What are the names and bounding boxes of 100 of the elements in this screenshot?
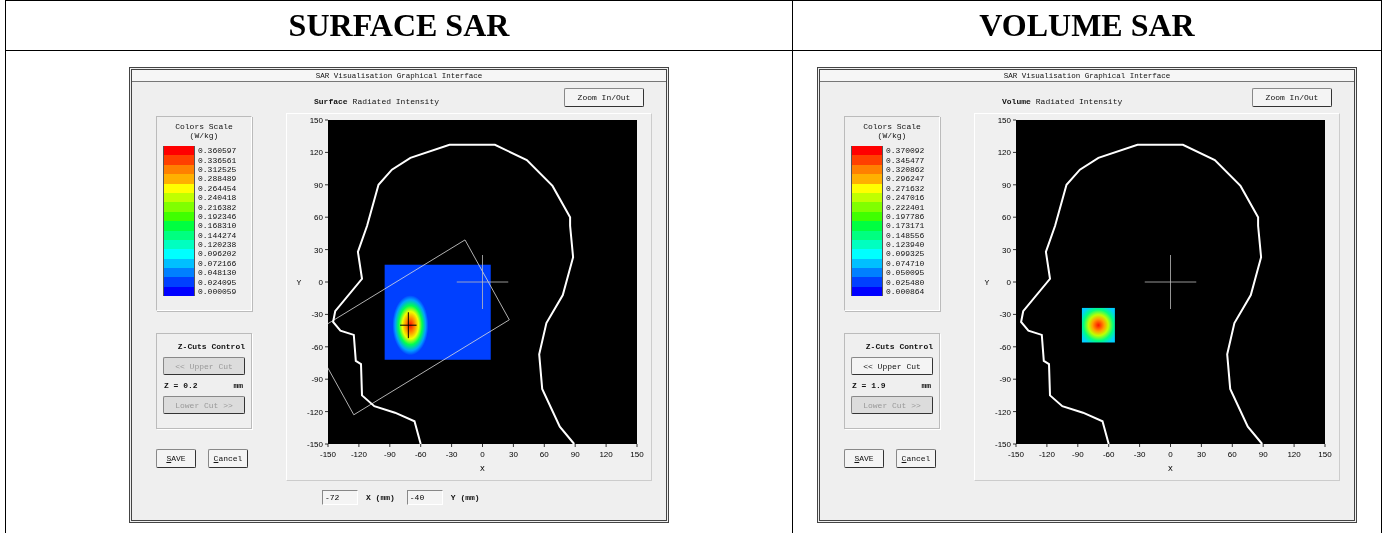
- tick-label: -90: [1072, 450, 1084, 459]
- x-unit-label: X (mm): [366, 493, 395, 502]
- scale-value: 0.247016: [886, 193, 925, 203]
- scale-unit: (W/kg): [189, 131, 219, 140]
- scale-title: Colors Scale: [863, 122, 921, 131]
- subtitle: Radiated Intensity: [1035, 97, 1123, 106]
- z-unit: mm: [233, 381, 243, 390]
- tick-label: -60: [999, 342, 1011, 352]
- tick-label: 60: [1002, 213, 1011, 223]
- scale-value: 0.123940: [886, 240, 925, 250]
- scale-value: 0.120238: [198, 240, 237, 250]
- zoom-button[interactable]: Zoom In/Out: [1252, 88, 1332, 107]
- axis-label: X: [480, 464, 485, 473]
- tick-label: 90: [1002, 180, 1011, 190]
- z-value: Z = 1.9: [852, 381, 886, 390]
- crosshair-marker: [456, 254, 509, 310]
- tick-label: -120: [350, 450, 367, 459]
- scale-value: 0.271632: [886, 183, 925, 193]
- scale-unit: (W/kg): [877, 131, 907, 140]
- tick-label: 120: [997, 148, 1011, 158]
- tick-label: 90: [314, 180, 323, 190]
- scale-value: 0.099325: [886, 249, 925, 259]
- tick-label: 60: [1227, 450, 1237, 459]
- scale-value: 0.240418: [198, 193, 237, 203]
- tick-label: 90: [570, 450, 580, 459]
- tick-label: -30: [445, 450, 458, 459]
- scale-value: 0.050095: [886, 268, 925, 278]
- axis-label: Y: [296, 278, 302, 287]
- zoom-button[interactable]: Zoom In/Out: [564, 88, 644, 107]
- crosshair-marker: [1144, 254, 1197, 310]
- tick-label: -150: [307, 440, 323, 449]
- x-input-field[interactable]: -72: [322, 490, 358, 505]
- scale-value: 0.074710: [886, 258, 925, 268]
- scale-value: 0.296247: [886, 174, 925, 184]
- axis-label: X: [1168, 464, 1173, 473]
- scale-value: 0.148556: [886, 230, 925, 240]
- cancel-button[interactable]: Cancel: [896, 449, 936, 468]
- tick-label: 150: [1318, 450, 1332, 459]
- save-button[interactable]: SAVE: [156, 449, 196, 468]
- tick-label: -120: [307, 407, 323, 417]
- z-cuts-title: Z-Cuts Control: [177, 342, 245, 351]
- tick-label: -120: [995, 407, 1011, 417]
- tick-label: -90: [384, 450, 396, 459]
- tick-label: 0: [1006, 278, 1011, 287]
- mode-label: Surface: [314, 97, 348, 106]
- scale-value: 0.168310: [198, 221, 237, 231]
- tick-label: 30: [1196, 450, 1206, 459]
- scale-value: 0.025480: [886, 277, 925, 287]
- mode-label: Volume: [1002, 97, 1031, 106]
- scale-value: 0.197786: [886, 211, 925, 221]
- tick-label: -150: [1008, 450, 1024, 459]
- tick-label: 150: [309, 116, 323, 125]
- tick-label: 150: [997, 116, 1011, 125]
- tick-label: 30: [1002, 245, 1011, 255]
- tick-label: 120: [309, 148, 323, 158]
- scale-value: 0.000864: [886, 287, 925, 297]
- scale-value: 0.048130: [198, 268, 237, 278]
- scale-value: 0.072166: [198, 258, 237, 268]
- scale-value: 0.336561: [198, 155, 237, 165]
- scale-value: 0.024095: [198, 277, 237, 287]
- tick-label: 30: [314, 245, 323, 255]
- scale-value: 0.360597: [198, 146, 237, 156]
- scale-value: 0.312525: [198, 164, 237, 174]
- tick-label: 60: [314, 213, 323, 223]
- tick-label: -30: [311, 310, 323, 320]
- axis-label: Y: [984, 278, 990, 287]
- column-heading: VOLUME SAR: [793, 1, 1382, 51]
- crosshair-marker: [399, 311, 418, 339]
- y-unit-label: Y (mm): [450, 493, 480, 502]
- upper-cut-button[interactable]: << Upper Cut: [851, 357, 933, 375]
- tick-label: -150: [995, 440, 1011, 449]
- scale-value: 0.370092: [886, 146, 925, 156]
- cancel-button[interactable]: Cancel: [208, 449, 248, 468]
- z-cuts-title: Z-Cuts Control: [865, 342, 933, 351]
- z-unit: mm: [921, 381, 931, 390]
- y-input-field[interactable]: -40: [406, 490, 443, 505]
- tick-label: 60: [539, 450, 549, 459]
- column-heading: SURFACE SAR: [6, 1, 793, 51]
- scale-value: 0.173171: [886, 221, 925, 231]
- tick-label: -60: [1102, 450, 1115, 459]
- tick-label: 30: [508, 450, 518, 459]
- scale-value: 0.288489: [198, 174, 237, 184]
- tick-label: -90: [311, 375, 323, 385]
- tick-label: 0: [480, 450, 485, 459]
- tick-label: -60: [311, 342, 323, 352]
- scale-value: 0.264454: [198, 183, 237, 193]
- scale-value: 0.320862: [886, 164, 925, 174]
- tick-label: -30: [999, 310, 1011, 320]
- scale-value: 0.096202: [198, 249, 237, 259]
- tick-label: -90: [999, 375, 1011, 385]
- save-button[interactable]: SAVE: [844, 449, 884, 468]
- scale-value: 0.216382: [198, 202, 237, 212]
- tick-label: 0: [318, 278, 323, 287]
- tick-label: -150: [320, 450, 336, 459]
- z-value: Z = 0.2: [164, 381, 198, 390]
- scale-value: 0.000059: [198, 287, 237, 297]
- tick-label: 150: [630, 450, 644, 459]
- tick-label: -30: [1133, 450, 1146, 459]
- tick-label: 120: [599, 450, 613, 459]
- tick-label: 90: [1258, 450, 1268, 459]
